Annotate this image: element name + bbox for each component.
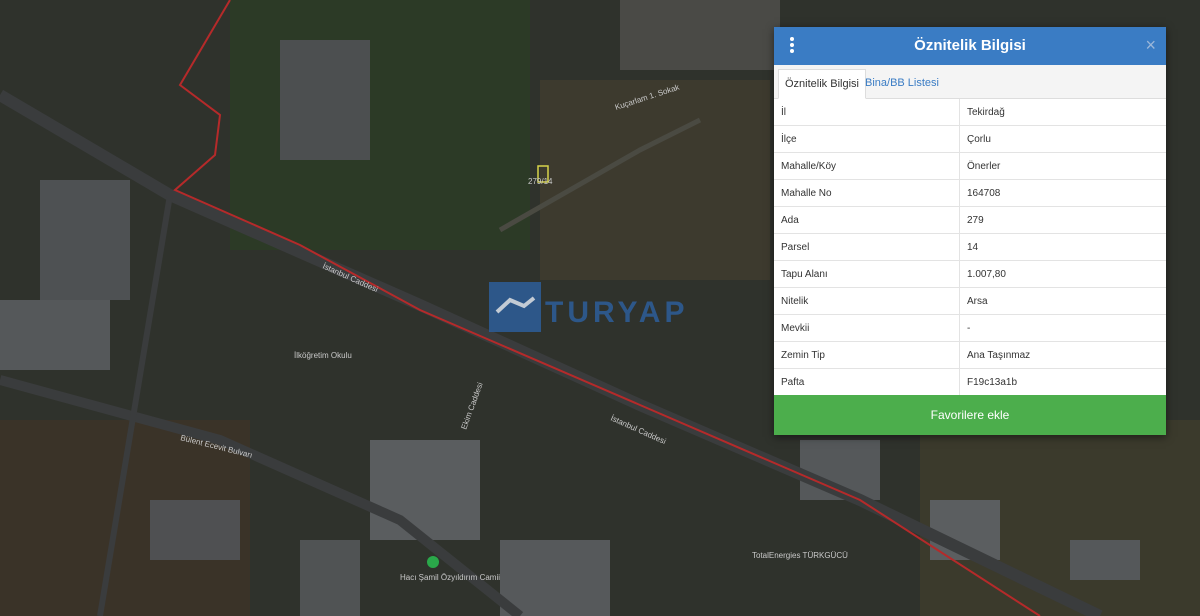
- attribute-value: 279: [959, 206, 1166, 234]
- attribute-key: Ada: [774, 206, 960, 234]
- attribute-key: İlçe: [774, 125, 960, 153]
- attribute-key: Mevkii: [774, 314, 960, 342]
- table-row: Tapu Alanı 1.007,80: [774, 260, 1166, 288]
- panel-tabs: Öznitelik Bilgisi Bina/BB Listesi: [774, 65, 1166, 99]
- attribute-key: Tapu Alanı: [774, 260, 960, 288]
- table-row: Zemin Tip Ana Taşınmaz: [774, 341, 1166, 369]
- attribute-key: Mahalle No: [774, 179, 960, 207]
- add-favorite-button[interactable]: Favorilere ekle: [774, 395, 1166, 435]
- table-row: Ada 279: [774, 206, 1166, 234]
- attribute-value: 164708: [959, 179, 1166, 207]
- attribute-value: F19c13a1b: [959, 368, 1166, 396]
- tab-building-list[interactable]: Bina/BB Listesi: [859, 69, 945, 97]
- table-row: Mahalle/Köy Önerler: [774, 152, 1166, 180]
- attribute-value: -: [959, 314, 1166, 342]
- panel-header: Öznitelik Bilgisi ×: [774, 27, 1166, 65]
- poi-label-mosque: Hacı Şamil Özyıldırım Camii: [400, 573, 500, 582]
- poi-label-turkgucu: TotalEnergies TÜRKGÜCÜ: [752, 551, 848, 560]
- panel-title: Öznitelik Bilgisi: [914, 37, 1026, 54]
- attribute-key: Mahalle/Köy: [774, 152, 960, 180]
- table-row: Mahalle No 164708: [774, 179, 1166, 207]
- table-row: İlçe Çorlu: [774, 125, 1166, 153]
- table-row: Parsel 14: [774, 233, 1166, 261]
- attribute-panel: Öznitelik Bilgisi × Öznitelik Bilgisi Bi…: [774, 27, 1166, 435]
- mosque-pin-icon[interactable]: [427, 556, 439, 568]
- attribute-value: 1.007,80: [959, 260, 1166, 288]
- table-row: İl Tekirdağ: [774, 99, 1166, 126]
- attribute-key: Nitelik: [774, 287, 960, 315]
- parcel-label: 279/14: [528, 177, 553, 186]
- attribute-value: Önerler: [959, 152, 1166, 180]
- table-row: Mevkii -: [774, 314, 1166, 342]
- attribute-value: 14: [959, 233, 1166, 261]
- attribute-value: Arsa: [959, 287, 1166, 315]
- green-area-north: [230, 0, 530, 250]
- table-row: Nitelik Arsa: [774, 287, 1166, 315]
- attribute-value: Çorlu: [959, 125, 1166, 153]
- close-icon[interactable]: ×: [1145, 35, 1156, 56]
- attribute-key: İl: [774, 99, 960, 126]
- attribute-key: Pafta: [774, 368, 960, 396]
- attribute-value: Tekirdağ: [959, 99, 1166, 126]
- tab-attribute-info[interactable]: Öznitelik Bilgisi: [778, 69, 866, 99]
- table-row: Pafta F19c13a1b: [774, 368, 1166, 396]
- attribute-table: İl Tekirdağ İlçe Çorlu Mahalle/Köy Önerler Mah…: [774, 99, 1166, 396]
- attribute-value: Ana Taşınmaz: [959, 341, 1166, 369]
- attribute-key: Zemin Tip: [774, 341, 960, 369]
- svg-text:TURYAP: TURYAP: [545, 296, 688, 329]
- poi-label-school: İlköğretim Okulu: [294, 351, 352, 360]
- attribute-key: Parsel: [774, 233, 960, 261]
